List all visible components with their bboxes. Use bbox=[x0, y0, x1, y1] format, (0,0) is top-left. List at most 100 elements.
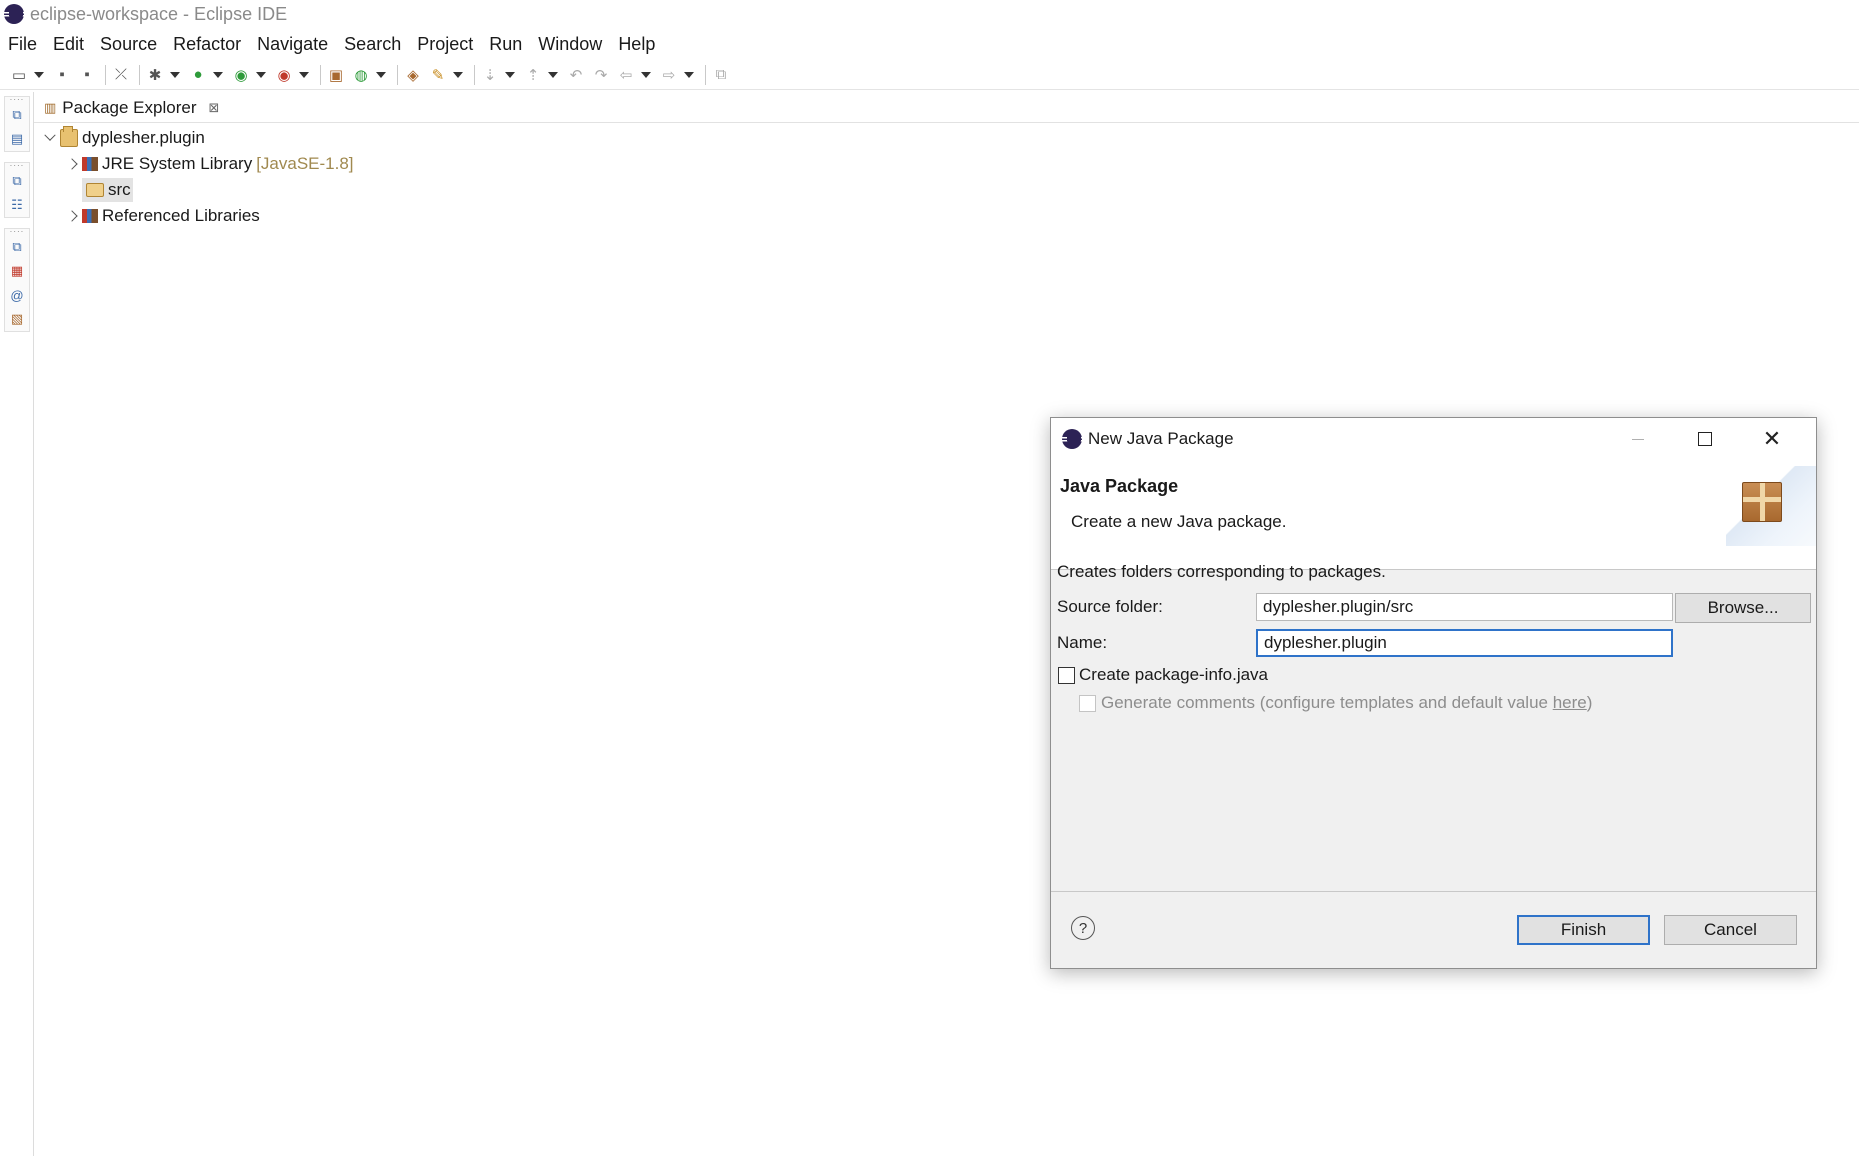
skip-breakpoints-icon[interactable]: ⤫ bbox=[110, 64, 132, 86]
new-icon[interactable]: ▭ bbox=[8, 64, 30, 86]
menu-source[interactable]: Source bbox=[100, 34, 157, 55]
toolbar-separator bbox=[320, 64, 321, 85]
menu-window[interactable]: Window bbox=[538, 34, 602, 55]
trim-group-3: ···· ⧉ ▦ @ ▧ bbox=[4, 228, 30, 332]
close-icon[interactable]: ⊠ bbox=[208, 100, 219, 116]
dialog-description: Creates folders corresponding to package… bbox=[1057, 562, 1386, 581]
menu-refactor[interactable]: Refactor bbox=[173, 34, 241, 55]
forward-dropdown[interactable] bbox=[683, 64, 695, 86]
generate-comments-text: Generate comments (configure templates a… bbox=[1101, 693, 1553, 712]
generate-comments-suffix: ) bbox=[1586, 693, 1593, 712]
outline-view-icon[interactable]: ▤ bbox=[5, 127, 29, 151]
banner-title: Java Package bbox=[1060, 476, 1179, 496]
menu-file[interactable]: File bbox=[8, 34, 37, 55]
restore-icon[interactable]: ⧉ bbox=[5, 169, 29, 193]
tree-node-src[interactable]: src bbox=[82, 178, 133, 202]
menu-bar: File Edit Source Refactor Navigate Searc… bbox=[0, 30, 1859, 58]
debug-dropdown[interactable] bbox=[169, 64, 181, 86]
tree-node-referenced-libraries[interactable]: Referenced Libraries bbox=[64, 204, 260, 228]
browse-button[interactable]: Browse... bbox=[1675, 593, 1811, 623]
tab-package-explorer[interactable]: ▥ Package Explorer ⊠ bbox=[38, 94, 228, 122]
name-label: Name: bbox=[1057, 633, 1108, 652]
search-dropdown[interactable] bbox=[452, 64, 464, 86]
previous-annotation-icon[interactable]: ⇡ bbox=[522, 64, 544, 86]
coverage-dropdown[interactable] bbox=[255, 64, 267, 86]
expand-toggle-icon[interactable] bbox=[42, 130, 58, 146]
menu-edit[interactable]: Edit bbox=[53, 34, 84, 55]
create-package-info-label[interactable]: Create package-info.java bbox=[1079, 665, 1268, 685]
debug-icon[interactable]: ✱ bbox=[144, 64, 166, 86]
menu-navigate[interactable]: Navigate bbox=[257, 34, 328, 55]
dialog-button-bar-divider bbox=[1051, 891, 1816, 892]
tree-node-label: JRE System Library bbox=[102, 154, 253, 173]
previous-annotation-dropdown[interactable] bbox=[547, 64, 559, 86]
source-folder-input[interactable] bbox=[1256, 593, 1673, 621]
minimize-icon[interactable] bbox=[1611, 418, 1665, 460]
generate-comments-checkbox[interactable] bbox=[1079, 695, 1096, 712]
tree-node-label: src bbox=[108, 180, 131, 199]
pin-editor-icon[interactable]: ⧉ bbox=[710, 64, 732, 86]
menu-project[interactable]: Project bbox=[417, 34, 473, 55]
dialog-title: New Java Package bbox=[1088, 429, 1234, 448]
banner-message: Create a new Java package. bbox=[1071, 512, 1287, 531]
forward-icon[interactable]: ⇨ bbox=[658, 64, 680, 86]
view-divider bbox=[34, 122, 1859, 123]
coverage-icon[interactable]: ◉ bbox=[230, 64, 252, 86]
tree-node-jre[interactable]: JRE System Library [JavaSE-1.8] bbox=[64, 152, 354, 176]
name-input[interactable] bbox=[1256, 629, 1673, 657]
back-dropdown[interactable] bbox=[640, 64, 652, 86]
tree-node-project[interactable]: dyplesher.plugin bbox=[42, 126, 205, 150]
help-icon[interactable]: ? bbox=[1071, 916, 1095, 940]
problems-view-icon[interactable]: ▦ bbox=[5, 259, 29, 283]
configure-templates-link[interactable]: here bbox=[1553, 693, 1587, 712]
window-titlebar: eclipse-workspace - Eclipse IDE bbox=[0, 0, 1859, 28]
run-dropdown[interactable] bbox=[212, 64, 224, 86]
menu-search[interactable]: Search bbox=[344, 34, 401, 55]
javadoc-view-icon[interactable]: @ bbox=[5, 283, 29, 307]
menu-help[interactable]: Help bbox=[618, 34, 655, 55]
close-icon[interactable]: ✕ bbox=[1745, 418, 1799, 460]
dialog-banner: Java Package Create a new Java package. bbox=[1051, 460, 1816, 570]
declaration-view-icon[interactable]: ▧ bbox=[5, 307, 29, 331]
package-wizard-icon bbox=[1742, 482, 1782, 522]
next-annotation-icon[interactable]: ⇣ bbox=[479, 64, 501, 86]
library-icon bbox=[82, 157, 98, 171]
new-dropdown[interactable] bbox=[33, 64, 45, 86]
expand-toggle-icon[interactable] bbox=[64, 156, 80, 172]
new-java-package-icon[interactable]: ▣ bbox=[325, 64, 347, 86]
source-folder-label: Source folder: bbox=[1057, 597, 1163, 616]
task-list-icon[interactable]: ☷ bbox=[5, 193, 29, 217]
dialog-titlebar[interactable]: New Java Package ✕ bbox=[1051, 418, 1816, 460]
search-icon[interactable]: ✎ bbox=[427, 64, 449, 86]
cancel-button[interactable]: Cancel bbox=[1664, 915, 1797, 945]
open-type-icon[interactable]: ◈ bbox=[402, 64, 424, 86]
toolbar-separator bbox=[705, 64, 706, 85]
last-edit-location-icon[interactable]: ↶ bbox=[565, 64, 587, 86]
new-java-class-dropdown[interactable] bbox=[375, 64, 387, 86]
run-icon[interactable]: ● bbox=[187, 64, 209, 86]
source-folder-icon bbox=[86, 183, 104, 197]
maximize-icon[interactable] bbox=[1678, 418, 1732, 460]
forward-edit-icon[interactable]: ↷ bbox=[590, 64, 612, 86]
window-title: eclipse-workspace - Eclipse IDE bbox=[30, 3, 288, 24]
eclipse-logo-icon bbox=[1062, 429, 1083, 449]
eclipse-logo-icon bbox=[4, 4, 25, 24]
tab-label: Package Explorer bbox=[62, 98, 197, 117]
restore-icon[interactable]: ⧉ bbox=[5, 103, 29, 127]
create-package-info-checkbox[interactable] bbox=[1058, 667, 1075, 684]
restore-icon[interactable]: ⧉ bbox=[5, 235, 29, 259]
save-all-icon[interactable]: ▪ bbox=[76, 64, 98, 86]
external-tools-icon[interactable]: ◉ bbox=[273, 64, 295, 86]
next-annotation-dropdown[interactable] bbox=[504, 64, 516, 86]
package-explorer-icon: ▥ bbox=[44, 100, 57, 115]
expand-toggle-icon[interactable] bbox=[64, 208, 80, 224]
back-icon[interactable]: ⇦ bbox=[615, 64, 637, 86]
save-icon[interactable]: ▪ bbox=[51, 64, 73, 86]
finish-button[interactable]: Finish bbox=[1517, 915, 1650, 945]
tree-node-decoration: [JavaSE-1.8] bbox=[256, 154, 354, 173]
external-tools-dropdown[interactable] bbox=[298, 64, 310, 86]
menu-run[interactable]: Run bbox=[489, 34, 522, 55]
main-toolbar: ▭ ▪ ▪ ⤫ ✱ ● ◉ ◉ ▣ ◍ ◈ ✎ ⇣ ⇡ ↶ ↷ ⇦ ⇨ ⧉ bbox=[0, 60, 1859, 90]
new-java-package-dialog: New Java Package ✕ Java Package Create a… bbox=[1050, 417, 1817, 969]
new-java-class-icon[interactable]: ◍ bbox=[350, 64, 372, 86]
